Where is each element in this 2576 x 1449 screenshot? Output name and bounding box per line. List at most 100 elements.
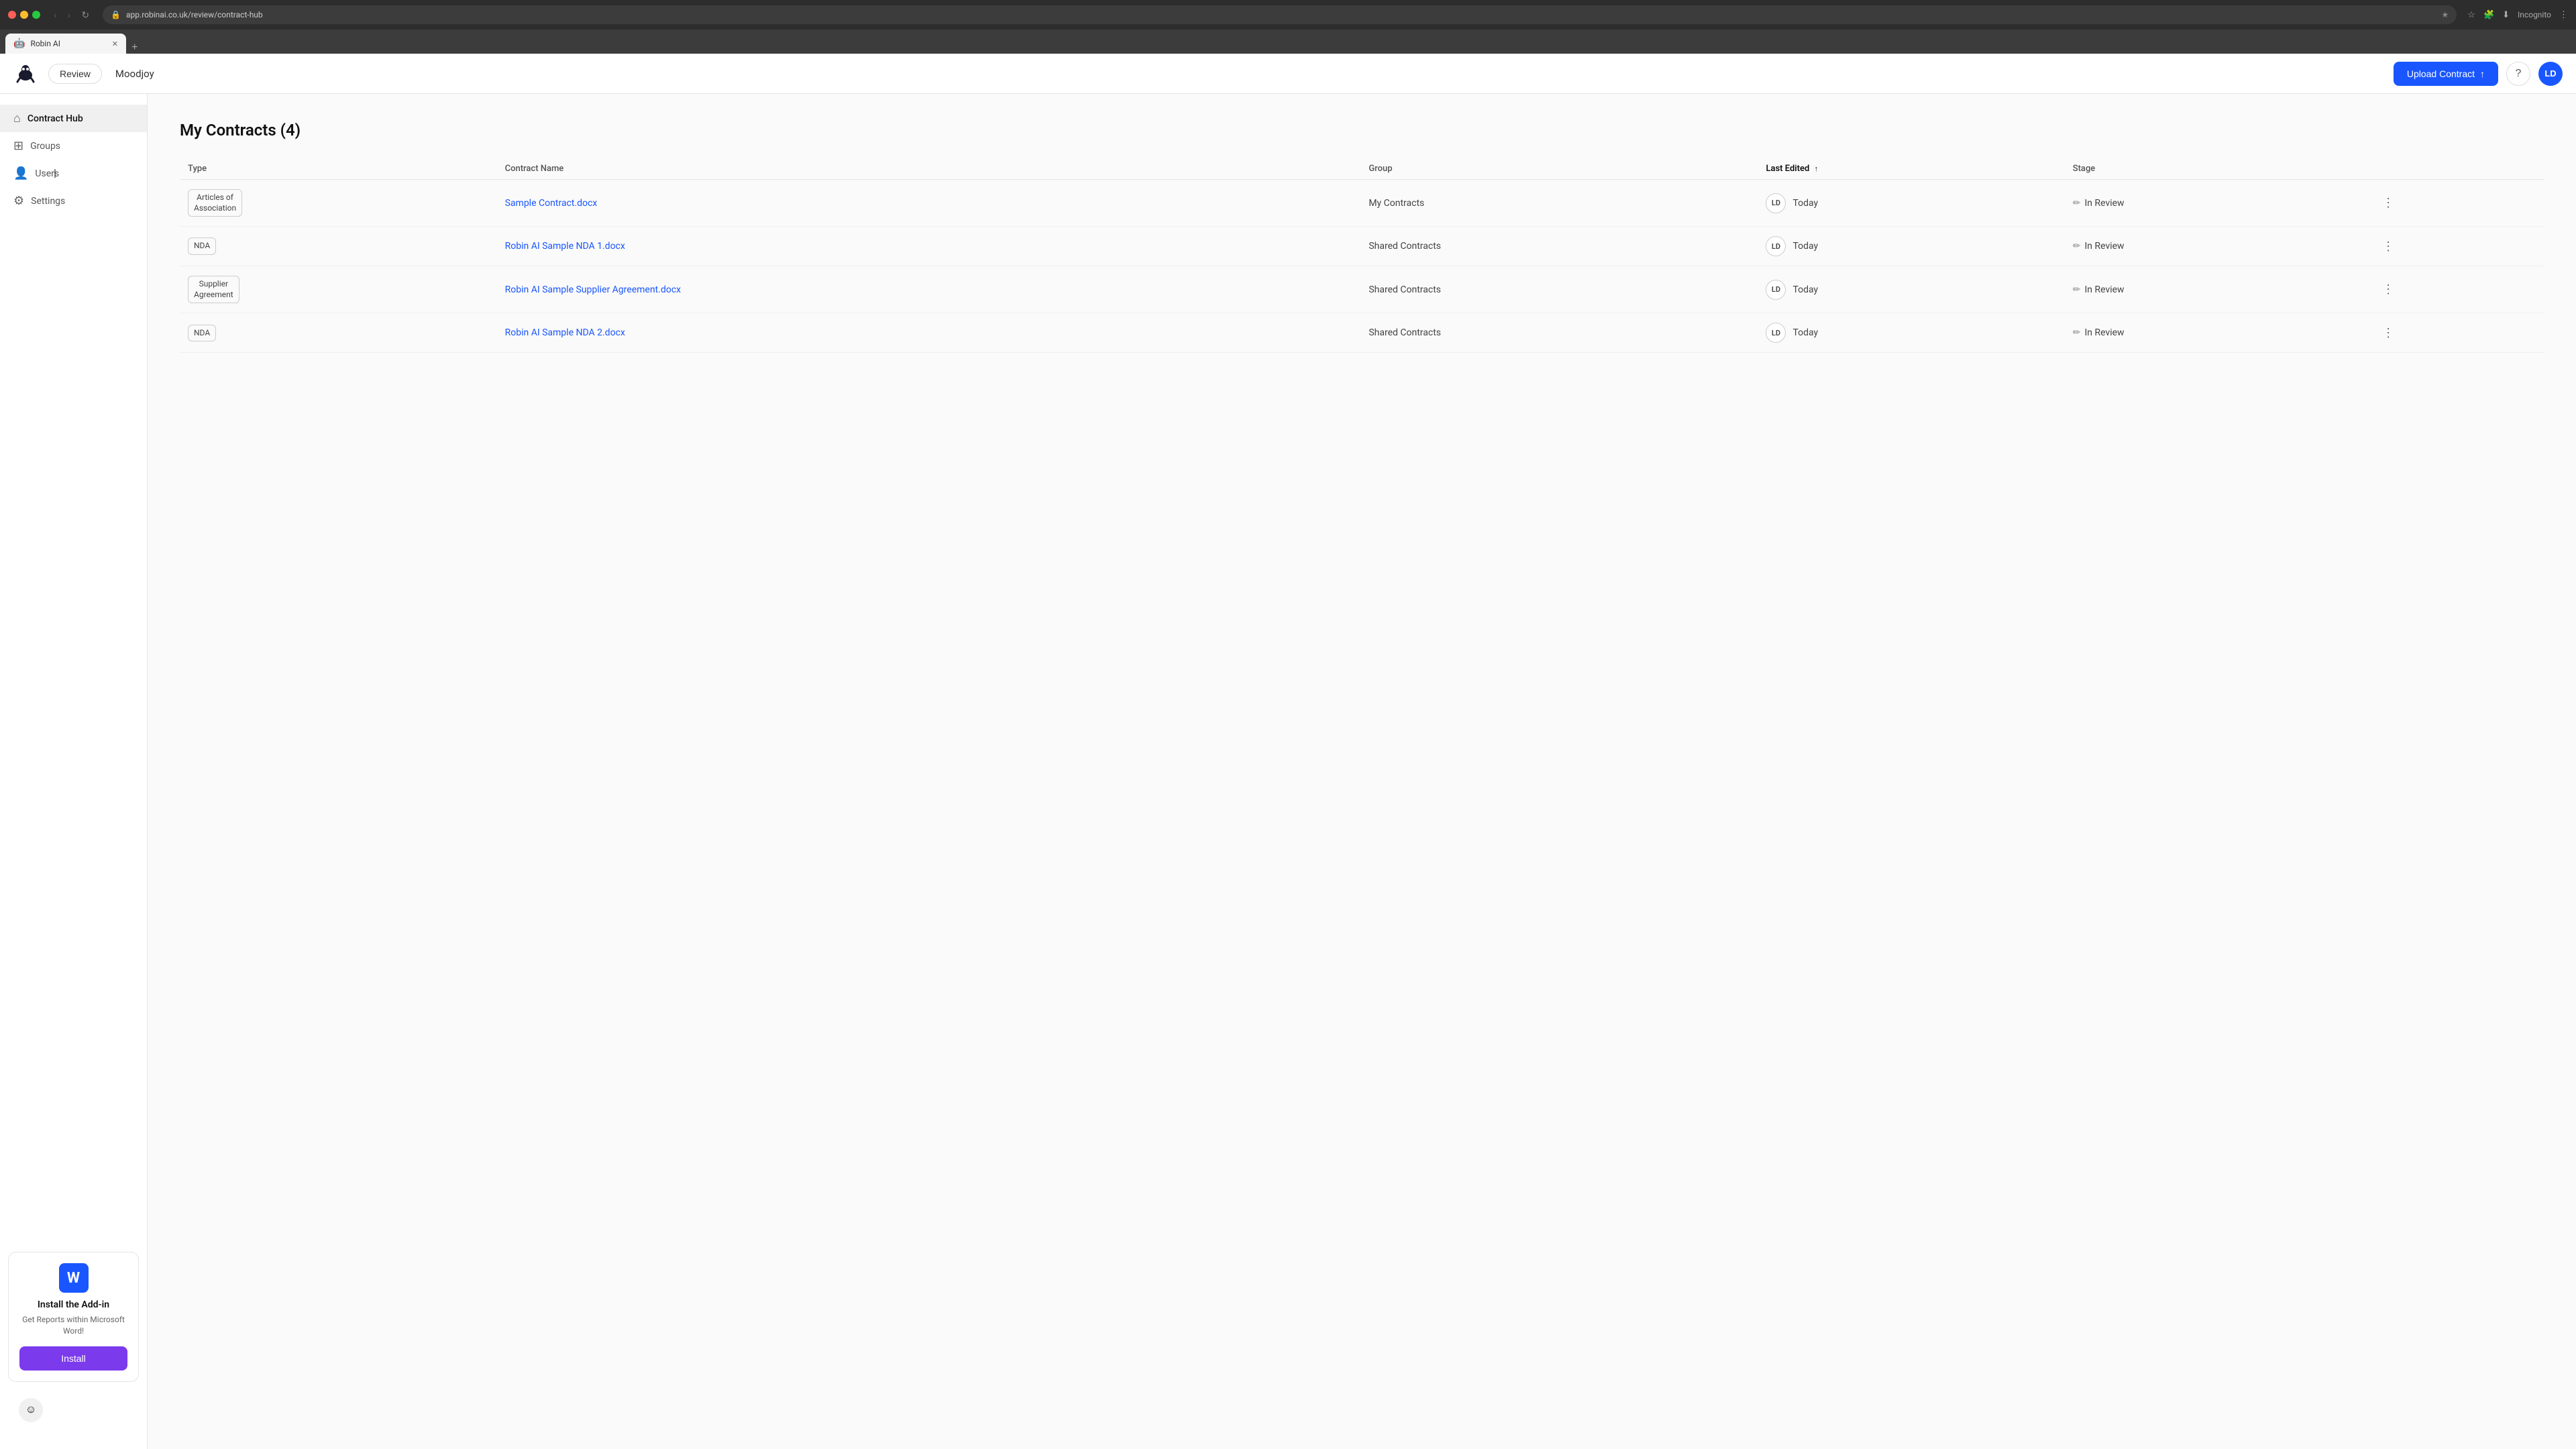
bookmark-icon[interactable]: ☆ [2467, 10, 2475, 20]
cell-group-2: Shared Contracts [1360, 266, 1758, 313]
cell-group-3: Shared Contracts [1360, 313, 1758, 353]
user-avatar-0: LD [1766, 193, 1786, 213]
nav-back-button[interactable]: ‹ [51, 7, 60, 23]
browser-tab[interactable]: 🤖 Robin AI ✕ [5, 34, 126, 54]
org-name: Moodjoy [115, 68, 154, 80]
nav-forward-button[interactable]: › [65, 7, 74, 23]
window-controls [8, 11, 40, 19]
col-last-edited[interactable]: Last Edited ↑ [1758, 158, 2064, 180]
more-actions-button-0[interactable]: ⋮ [2377, 193, 2400, 213]
contracts-table: Type Contract Name Group Last Edited ↑ S… [180, 158, 2544, 353]
browser-actions: ☆ 🧩 ⬇ Incognito ⋮ [2467, 10, 2568, 20]
type-badge-0: Articles of Association [188, 189, 242, 217]
more-options-icon[interactable]: ⋮ [2559, 10, 2568, 20]
last-edited-cell-1: LD Today [1766, 236, 2056, 256]
cell-type-2: Supplier Agreement [180, 266, 497, 313]
logo [13, 60, 38, 87]
date-text-1: Today [1792, 241, 1818, 252]
upload-contract-button[interactable]: Upload Contract ↑ [2394, 62, 2498, 86]
grid-icon: ⊞ [13, 139, 23, 153]
stage-text-0: In Review [2084, 198, 2124, 209]
feedback-button[interactable]: ☺ [19, 1398, 43, 1422]
stage-cell-2: ✏ In Review [2073, 284, 2361, 295]
cell-stage-2: ✏ In Review [2065, 266, 2369, 313]
extensions-icon[interactable]: 🧩 [2483, 10, 2494, 20]
cell-more-2: ⋮ [2369, 266, 2544, 313]
new-tab-button[interactable]: + [126, 42, 143, 54]
date-text-2: Today [1792, 284, 1818, 295]
sidebar-label-settings: Settings [31, 196, 65, 207]
cell-contract-name-0: Sample Contract.docx [497, 180, 1361, 227]
word-icon: W [19, 1263, 127, 1293]
url-text: app.robinai.co.uk/review/contract-hub [126, 10, 2436, 19]
last-edited-cell-2: LD Today [1766, 280, 2056, 300]
contract-link-2[interactable]: Robin AI Sample Supplier Agreement.docx [505, 284, 681, 295]
group-text-1: Shared Contracts [1368, 241, 1441, 252]
addin-description: Get Reports within Microsoft Word! [19, 1314, 127, 1337]
edit-icon-2: ✏ [2073, 284, 2081, 295]
cell-contract-name-2: Robin AI Sample Supplier Agreement.docx [497, 266, 1361, 313]
header-right: Upload Contract ↑ ? LD [2394, 62, 2563, 86]
browser-navigation: ‹ › ↻ [51, 7, 92, 23]
stage-cell-1: ✏ In Review [2073, 241, 2361, 252]
addin-install-button[interactable]: Install [19, 1346, 127, 1371]
user-avatar-button[interactable]: LD [2538, 62, 2563, 86]
cell-last-edited-3: LD Today [1758, 313, 2064, 353]
edit-icon-0: ✏ [2073, 198, 2081, 209]
cell-type-0: Articles of Association [180, 180, 497, 227]
col-contract-name: Contract Name [497, 158, 1361, 180]
window-close-button[interactable] [8, 11, 16, 19]
cell-last-edited-0: LD Today [1758, 180, 2064, 227]
help-icon: ? [2516, 68, 2522, 80]
stage-text-3: In Review [2084, 327, 2124, 338]
table-header-row: Type Contract Name Group Last Edited ↑ S… [180, 158, 2544, 180]
table-row: Supplier Agreement Robin AI Sample Suppl… [180, 266, 2544, 313]
app-header: Review Moodjoy Upload Contract ↑ ? LD [0, 54, 2576, 94]
stage-text-1: In Review [2084, 241, 2124, 252]
stage-text-2: In Review [2084, 284, 2124, 295]
table-row: NDA Robin AI Sample NDA 2.docx Shared Co… [180, 313, 2544, 353]
review-button[interactable]: Review [48, 64, 102, 84]
more-actions-button-3[interactable]: ⋮ [2377, 323, 2400, 343]
cell-stage-3: ✏ In Review [2065, 313, 2369, 353]
cell-contract-name-1: Robin AI Sample NDA 1.docx [497, 227, 1361, 266]
addin-title: Install the Add-in [19, 1299, 127, 1310]
tab-favicon: 🤖 [13, 38, 25, 49]
user-avatar-2: LD [1766, 280, 1786, 300]
type-badge-2: Supplier Agreement [188, 276, 239, 303]
cell-more-3: ⋮ [2369, 313, 2544, 353]
sidebar-label-contract-hub: Contract Hub [28, 113, 83, 124]
more-actions-button-2[interactable]: ⋮ [2377, 280, 2400, 299]
col-type: Type [180, 158, 497, 180]
window-maximize-button[interactable] [32, 11, 40, 19]
tab-title: Robin AI [30, 39, 60, 48]
nav-refresh-button[interactable]: ↻ [78, 7, 92, 23]
sidebar-item-groups[interactable]: ⊞ Groups [0, 132, 147, 160]
table-row: NDA Robin AI Sample NDA 1.docx Shared Co… [180, 227, 2544, 266]
download-icon[interactable]: ⬇ [2502, 10, 2510, 20]
table-row: Articles of Association Sample Contract.… [180, 180, 2544, 227]
sort-icon: ↑ [1815, 164, 1819, 173]
date-text-0: Today [1792, 198, 1818, 209]
contract-link-1[interactable]: Robin AI Sample NDA 1.docx [505, 241, 625, 252]
last-edited-cell-0: LD Today [1766, 193, 2056, 213]
sidebar-item-contract-hub[interactable]: ⌂ Contract Hub [0, 105, 147, 132]
date-text-3: Today [1792, 327, 1818, 338]
main-content: My Contracts (4) Type Contract Name Grou… [148, 94, 2576, 1449]
group-text-0: My Contracts [1368, 198, 1424, 209]
address-bar[interactable]: 🔒 app.robinai.co.uk/review/contract-hub … [103, 5, 2457, 24]
help-button[interactable]: ? [2506, 62, 2530, 86]
user-avatar-3: LD [1766, 323, 1786, 343]
last-edited-cell-3: LD Today [1766, 323, 2056, 343]
tab-close-button[interactable]: ✕ [112, 40, 118, 48]
contract-link-0[interactable]: Sample Contract.docx [505, 198, 598, 209]
window-minimize-button[interactable] [20, 11, 28, 19]
more-actions-button-1[interactable]: ⋮ [2377, 237, 2400, 256]
col-actions [2369, 158, 2544, 180]
sidebar-item-users[interactable]: 👤 Users | [0, 160, 147, 187]
cell-more-1: ⋮ [2369, 227, 2544, 266]
sidebar-item-settings[interactable]: ⚙ Settings [0, 187, 147, 215]
contract-link-3[interactable]: Robin AI Sample NDA 2.docx [505, 327, 625, 338]
cell-type-3: NDA [180, 313, 497, 353]
page-title: My Contracts (4) [180, 121, 2544, 140]
